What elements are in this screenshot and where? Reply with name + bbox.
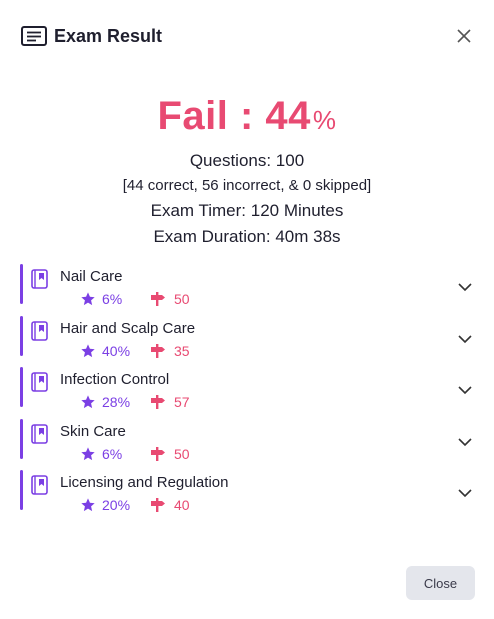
signpost-icon [151, 292, 165, 306]
category-score: 28% [102, 394, 131, 410]
category-name: Nail Care [60, 268, 123, 285]
star-icon [81, 292, 95, 306]
result-heading: Fail : 44% [0, 92, 494, 144]
category-accent-bar [20, 367, 23, 407]
star-icon [81, 498, 95, 512]
result-status: Fail [157, 94, 229, 138]
star-icon [81, 343, 95, 357]
book-icon [31, 269, 48, 289]
category-count: 35 [174, 342, 190, 359]
exam-duration: Exam Duration: 40m 38s [153, 227, 341, 246]
category-accent-bar [20, 264, 23, 304]
close-icon[interactable] [450, 22, 478, 50]
close-button[interactable]: Close [406, 566, 475, 600]
dialog-title: Exam Result [54, 25, 163, 46]
result-separator: : [228, 94, 266, 138]
book-icon [31, 372, 48, 392]
category-row[interactable]: Licensing and Regulation 20% 40 [20, 470, 474, 513]
signpost-icon [151, 343, 165, 358]
book-icon [31, 320, 48, 341]
signpost-icon [151, 498, 165, 512]
category-score: 6% [102, 445, 123, 462]
category-count: 40 [174, 497, 190, 513]
category-name: Licensing and Regulation [60, 474, 229, 491]
category-count: 50 [174, 445, 190, 462]
chevron-down-icon[interactable] [456, 381, 474, 399]
category-accent-bar [20, 470, 23, 510]
document-lines-icon [20, 24, 48, 48]
category-row[interactable]: Nail Care 6% 50 [20, 264, 474, 307]
signpost-icon [151, 446, 165, 461]
dialog-header: Exam Result [20, 22, 478, 50]
category-accent-bar [20, 315, 23, 356]
result-summary: Fail : 44% Questions: 100 [44 correct, 5… [0, 92, 494, 250]
category-name: Infection Control [60, 371, 170, 388]
questions-count: Questions: 100 [189, 151, 305, 170]
category-score: 20% [102, 497, 131, 513]
signpost-icon [151, 395, 165, 409]
category-row[interactable]: Infection Control 28% 57 [20, 367, 474, 410]
category-score: 6% [102, 291, 123, 307]
percent-sign: % [312, 105, 337, 135]
result-score: 44 [265, 94, 311, 138]
category-count: 50 [174, 291, 190, 307]
category-row[interactable]: Hair and Scalp Care 40% 35 [20, 315, 474, 359]
chevron-down-icon[interactable] [456, 484, 474, 502]
chevron-down-icon[interactable] [456, 278, 474, 296]
category-score: 40% [102, 342, 131, 359]
answer-breakdown: [44 correct, 56 incorrect, & 0 skipped] [122, 177, 372, 194]
category-accent-bar [20, 418, 23, 459]
category-name: Skin Care [60, 422, 126, 440]
chevron-down-icon[interactable] [456, 330, 474, 348]
category-name: Hair and Scalp Care [60, 319, 196, 337]
book-icon [31, 423, 48, 444]
star-icon [81, 446, 95, 460]
chevron-down-icon[interactable] [456, 433, 474, 451]
star-icon [81, 395, 95, 409]
book-icon [31, 475, 48, 495]
exam-timer: Exam Timer: 120 Minutes [150, 201, 344, 220]
category-row[interactable]: Skin Care 6% 50 [20, 418, 474, 462]
category-count: 57 [174, 394, 190, 410]
category-list: Nail Care 6% 50 Hair and Scalp Care 40% … [20, 264, 474, 522]
